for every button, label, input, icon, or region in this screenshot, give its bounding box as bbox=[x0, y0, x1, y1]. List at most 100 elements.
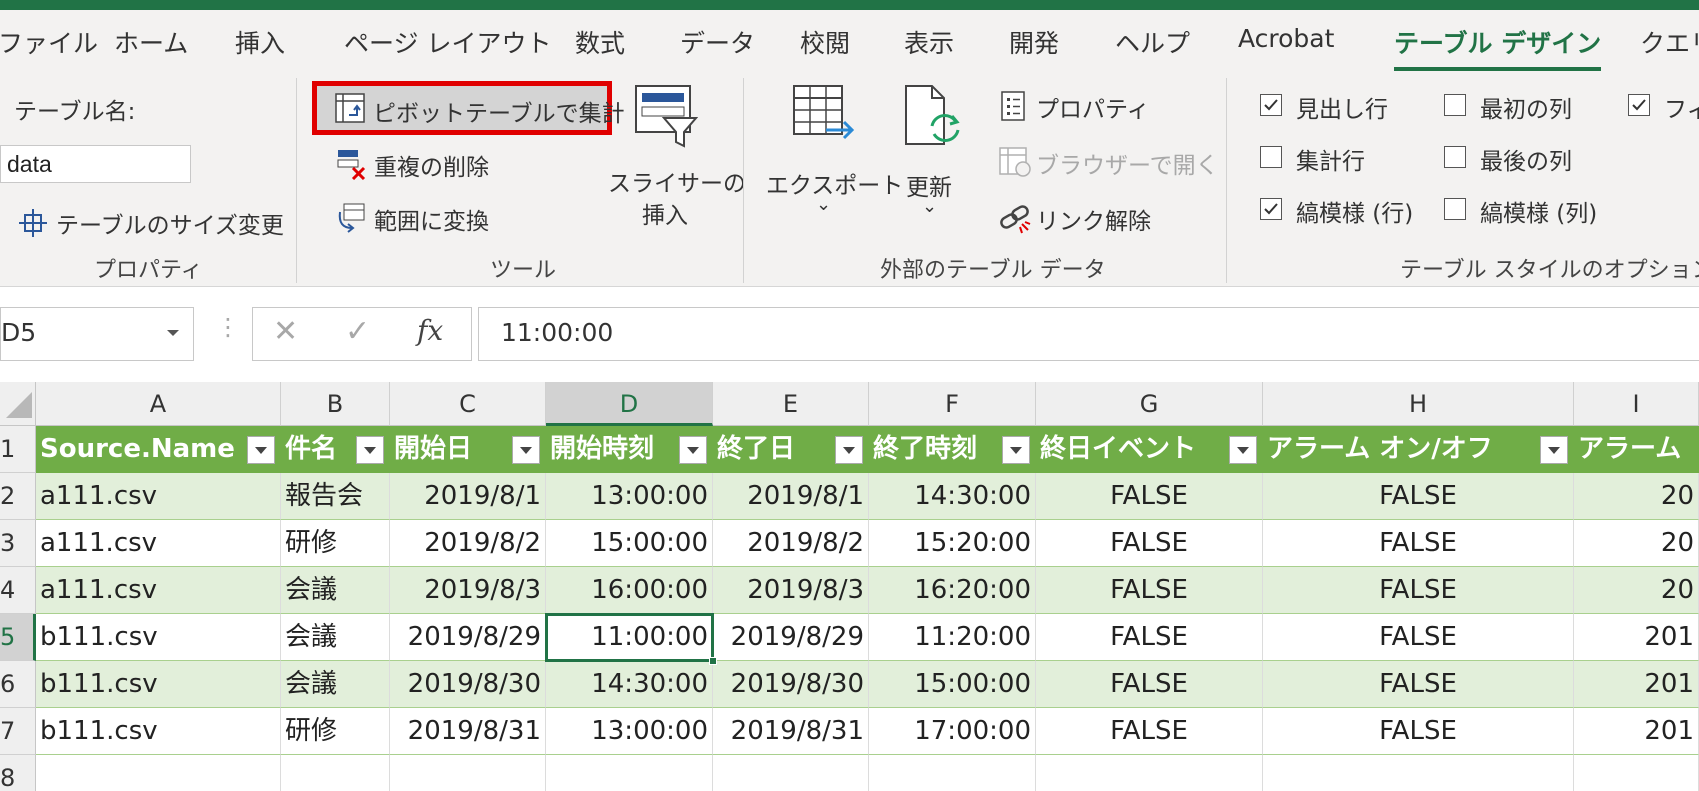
row-header-5[interactable]: 5 bbox=[0, 614, 36, 661]
remove-duplicates-button[interactable]: 重複の削除 bbox=[332, 146, 572, 182]
select-all-corner[interactable] bbox=[0, 382, 36, 426]
table-cell[interactable]: 15:00:00 bbox=[869, 661, 1036, 708]
table-header-cell[interactable]: 終了日 bbox=[713, 426, 869, 473]
table-cell[interactable]: 報告会 bbox=[281, 473, 390, 520]
total-row-option[interactable]: 集計行 bbox=[1260, 142, 1440, 175]
tab-acrobat[interactable]: Acrobat bbox=[1238, 24, 1334, 53]
table-cell[interactable]: 2019/8/29 bbox=[390, 614, 546, 661]
tab-insert[interactable]: 挿入 bbox=[235, 24, 285, 60]
table-header-cell[interactable]: アラーム bbox=[1574, 426, 1699, 473]
filter-dropdown-button[interactable] bbox=[247, 436, 275, 464]
column-header-a[interactable]: A bbox=[36, 382, 281, 426]
table-cell[interactable]: FALSE bbox=[1036, 614, 1263, 661]
tab-page-layout[interactable]: ページ レイアウト bbox=[344, 24, 551, 60]
tab-home[interactable]: ホーム bbox=[114, 24, 188, 60]
table-cell[interactable]: 17:00:00 bbox=[869, 708, 1036, 755]
table-name-input[interactable] bbox=[0, 145, 191, 183]
filter-dropdown-button[interactable] bbox=[512, 436, 540, 464]
row-header-7[interactable]: 7 bbox=[0, 708, 36, 755]
last-column-checkbox[interactable] bbox=[1444, 146, 1466, 168]
column-header-e[interactable]: E bbox=[713, 382, 869, 426]
empty-cell[interactable] bbox=[713, 755, 869, 791]
refresh-button[interactable]: 更新 ⌄ bbox=[888, 84, 972, 234]
table-cell[interactable]: 20 bbox=[1574, 473, 1699, 520]
table-cell[interactable]: 13:00:00 bbox=[546, 708, 713, 755]
first-column-option[interactable]: 最初の列 bbox=[1444, 90, 1624, 123]
table-cell[interactable]: 2019/8/3 bbox=[390, 567, 546, 614]
empty-cell[interactable] bbox=[390, 755, 546, 791]
table-cell[interactable]: FALSE bbox=[1263, 614, 1574, 661]
column-header-d[interactable]: D bbox=[546, 382, 713, 426]
pivot-table-button[interactable]: ピボットテーブルで集計 bbox=[312, 81, 625, 135]
table-cell[interactable]: FALSE bbox=[1263, 661, 1574, 708]
table-cell[interactable]: 15:20:00 bbox=[869, 520, 1036, 567]
unlink-button[interactable]: リンク解除 bbox=[996, 200, 1166, 236]
first-column-checkbox[interactable] bbox=[1444, 94, 1466, 116]
table-cell[interactable]: 15:00:00 bbox=[546, 520, 713, 567]
tab-formulas[interactable]: 数式 bbox=[575, 24, 625, 60]
table-cell[interactable]: FALSE bbox=[1036, 567, 1263, 614]
table-cell[interactable]: 201 bbox=[1574, 708, 1699, 755]
table-cell[interactable]: 14:30:00 bbox=[869, 473, 1036, 520]
banded-columns-checkbox[interactable] bbox=[1444, 198, 1466, 220]
filter-dropdown-button[interactable] bbox=[1002, 436, 1030, 464]
table-header-cell[interactable]: 開始時刻 bbox=[546, 426, 713, 473]
table-cell[interactable]: 2019/8/30 bbox=[713, 661, 869, 708]
empty-cell[interactable] bbox=[1036, 755, 1263, 791]
external-properties-button[interactable]: プロパティ bbox=[996, 88, 1186, 124]
table-header-cell[interactable]: Source.Name bbox=[36, 426, 281, 473]
filter-dropdown-button[interactable] bbox=[356, 436, 384, 464]
table-cell[interactable]: 2019/8/2 bbox=[390, 520, 546, 567]
convert-to-range-button[interactable]: 範囲に変換 bbox=[332, 200, 572, 236]
table-cell[interactable]: 2019/8/31 bbox=[713, 708, 869, 755]
table-cell[interactable]: 201 bbox=[1574, 661, 1699, 708]
table-cell[interactable]: FALSE bbox=[1036, 661, 1263, 708]
table-cell[interactable]: b111.csv bbox=[36, 708, 281, 755]
table-cell[interactable]: 会議 bbox=[281, 614, 390, 661]
table-cell[interactable]: 2019/8/31 bbox=[390, 708, 546, 755]
table-cell[interactable]: 13:00:00 bbox=[546, 473, 713, 520]
row-header-4[interactable]: 4 bbox=[0, 567, 36, 614]
table-cell[interactable]: 2019/8/1 bbox=[390, 473, 546, 520]
empty-cell[interactable] bbox=[869, 755, 1036, 791]
table-cell[interactable]: FALSE bbox=[1036, 520, 1263, 567]
row-header-6[interactable]: 6 bbox=[0, 661, 36, 708]
table-cell[interactable]: FALSE bbox=[1263, 520, 1574, 567]
header-row-option[interactable]: 見出し行 bbox=[1260, 90, 1440, 123]
tab-help[interactable]: ヘルプ bbox=[1115, 24, 1190, 60]
banded-columns-option[interactable]: 縞模様 (列) bbox=[1444, 194, 1624, 227]
row-header-1[interactable]: 1 bbox=[0, 426, 36, 473]
table-cell[interactable]: 14:30:00 bbox=[546, 661, 713, 708]
export-button[interactable]: エクスポート ⌄ bbox=[762, 84, 903, 234]
last-column-option[interactable]: 最後の列 bbox=[1444, 142, 1624, 175]
total-row-checkbox[interactable] bbox=[1260, 146, 1282, 168]
table-cell[interactable]: 2019/8/2 bbox=[713, 520, 869, 567]
tab-data[interactable]: データ bbox=[680, 24, 755, 60]
filter-dropdown-button[interactable] bbox=[835, 436, 863, 464]
table-cell[interactable]: 会議 bbox=[281, 661, 390, 708]
table-cell[interactable]: FALSE bbox=[1036, 473, 1263, 520]
tab-review[interactable]: 校閲 bbox=[800, 24, 850, 60]
cancel-icon[interactable]: ✕ bbox=[273, 314, 298, 349]
table-header-cell[interactable]: 開始日 bbox=[390, 426, 546, 473]
filter-dropdown-button[interactable] bbox=[1229, 436, 1257, 464]
table-cell[interactable]: 16:00:00 bbox=[546, 567, 713, 614]
insert-function-icon[interactable]: fx bbox=[417, 314, 443, 347]
table-cell[interactable]: 会議 bbox=[281, 567, 390, 614]
table-cell[interactable]: a111.csv bbox=[36, 473, 281, 520]
table-cell[interactable]: 201 bbox=[1574, 614, 1699, 661]
table-cell[interactable]: 2019/8/1 bbox=[713, 473, 869, 520]
table-cell[interactable]: b111.csv bbox=[36, 661, 281, 708]
table-cell[interactable]: 2019/8/29 bbox=[713, 614, 869, 661]
table-cell[interactable]: a111.csv bbox=[36, 520, 281, 567]
tab-developer[interactable]: 開発 bbox=[1009, 24, 1059, 60]
table-cell[interactable]: FALSE bbox=[1036, 708, 1263, 755]
column-header-f[interactable]: F bbox=[869, 382, 1036, 426]
column-header-g[interactable]: G bbox=[1036, 382, 1263, 426]
table-cell[interactable]: FALSE bbox=[1263, 708, 1574, 755]
banded-rows-checkbox[interactable] bbox=[1260, 198, 1282, 220]
empty-cell[interactable] bbox=[1574, 755, 1699, 791]
filter-button-option[interactable]: フィ bbox=[1628, 90, 1699, 122]
table-cell[interactable]: 11:20:00 bbox=[869, 614, 1036, 661]
table-cell[interactable]: b111.csv bbox=[36, 614, 281, 661]
